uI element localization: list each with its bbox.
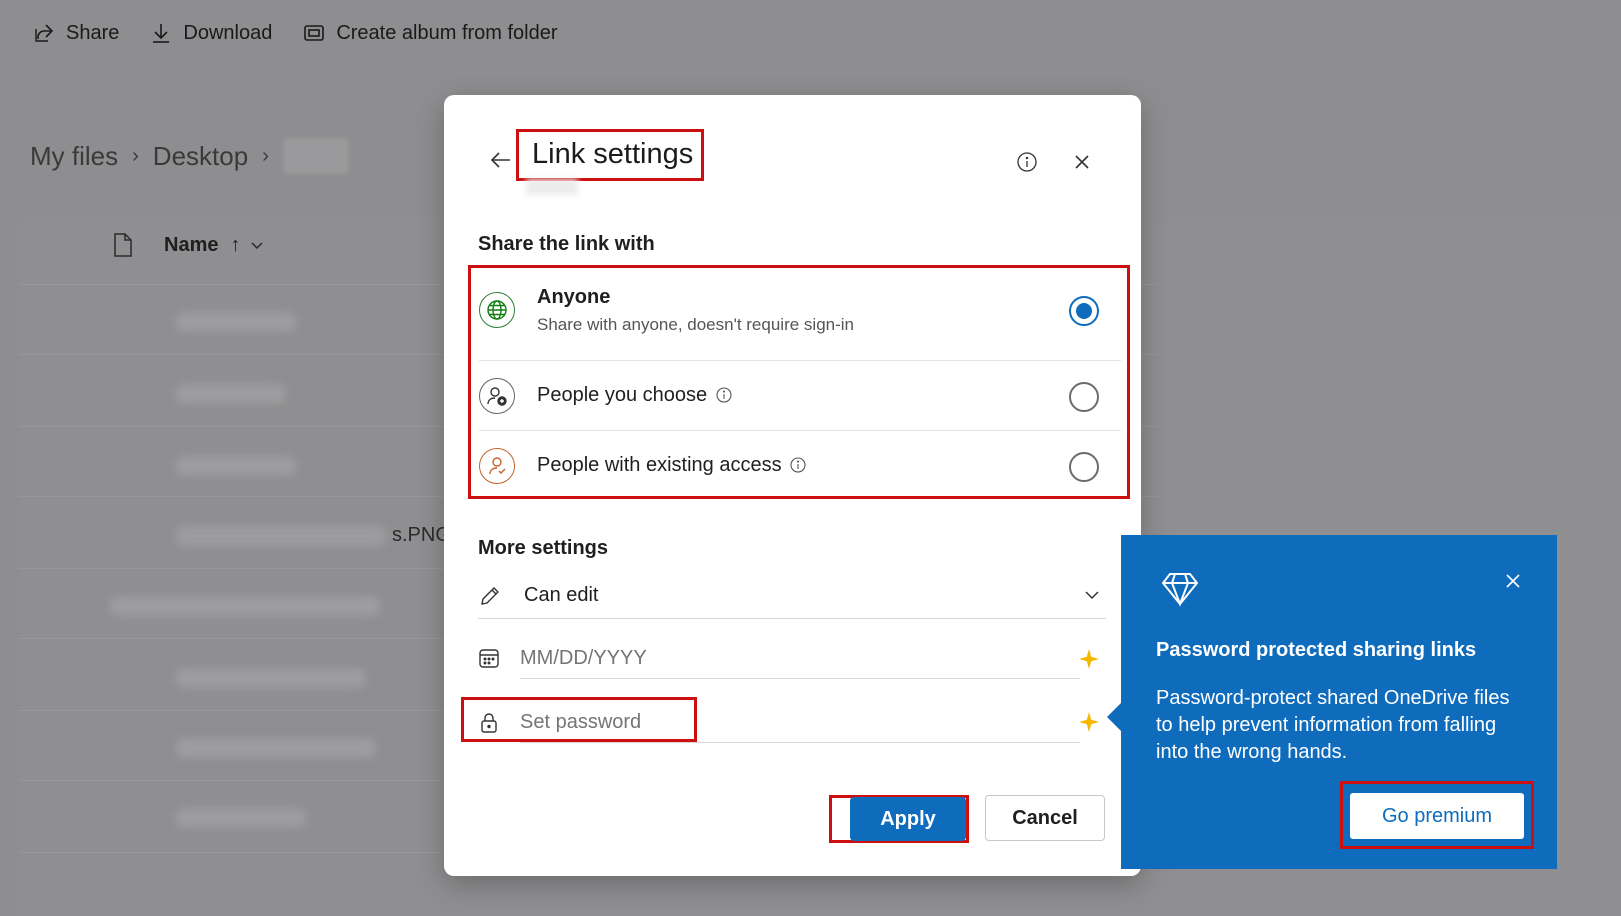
download-icon (153, 24, 170, 43)
table-row[interactable] (110, 596, 380, 616)
redacted-file-name (526, 179, 578, 195)
table-row[interactable] (176, 738, 376, 758)
breadcrumb-my-files[interactable]: My files (30, 141, 118, 172)
bubble-pointer (1107, 703, 1121, 731)
command-bar: Share Download Create album from folder (0, 0, 1621, 66)
option-divider (479, 430, 1121, 431)
bubble-title: Password protected sharing links (1156, 639, 1477, 661)
permission-value: Can edit (524, 584, 599, 606)
breadcrumb-desktop[interactable]: Desktop (153, 141, 248, 172)
table-row[interactable] (176, 668, 366, 688)
radio-anyone[interactable] (1069, 296, 1099, 326)
file-type-icon (114, 233, 132, 257)
chevron-down-icon (1085, 591, 1099, 600)
option-people-existing-access[interactable]: People with existing access (479, 446, 1119, 486)
sort-ascending-icon: ↑ (230, 233, 241, 256)
password-input[interactable] (520, 703, 1080, 743)
premium-teaching-bubble: Password protected sharing links Passwor… (1107, 535, 1557, 869)
table-row[interactable] (176, 526, 386, 546)
lock-icon (481, 713, 497, 733)
share-link-with-label: Share the link with (478, 233, 655, 255)
calendar-icon (479, 649, 499, 668)
info-icon[interactable] (716, 387, 732, 403)
option-people-you-choose[interactable]: People you choose (479, 376, 1119, 416)
create-album-button[interactable]: Create album from folder (302, 21, 558, 45)
info-icon[interactable] (1016, 151, 1038, 173)
breadcrumb: My files › Desktop › (30, 138, 349, 174)
person-add-icon (479, 378, 515, 414)
cancel-button[interactable]: Cancel (985, 795, 1105, 841)
download-label: Download (183, 21, 273, 44)
partial-file-name: s.PNG (392, 524, 451, 546)
person-check-icon (479, 448, 515, 484)
name-column-header[interactable]: Name (164, 234, 218, 257)
option-divider (479, 360, 1121, 361)
breadcrumb-redacted-folder[interactable] (282, 138, 349, 174)
close-icon[interactable] (1505, 573, 1521, 589)
dialog-title: Link settings (516, 129, 704, 181)
share-icon (35, 24, 54, 42)
expiration-date-input[interactable] (520, 639, 1080, 679)
option-people-you-choose-title: People you choose (537, 384, 708, 406)
diamond-icon (1161, 573, 1199, 607)
download-button[interactable]: Download (149, 21, 272, 45)
premium-sparkle-icon (1079, 712, 1099, 732)
chevron-down-icon[interactable] (250, 238, 264, 252)
table-row[interactable] (176, 384, 286, 404)
file-list-header: Name ↑ (112, 232, 264, 258)
table-row[interactable] (176, 808, 306, 828)
more-settings-label: More settings (478, 537, 609, 559)
option-anyone-title: Anyone (537, 286, 611, 308)
radio-people-you-choose[interactable] (1069, 382, 1099, 412)
apply-button[interactable]: Apply (850, 797, 966, 841)
premium-sparkle-icon (1079, 649, 1099, 669)
chevron-right-icon: › (262, 144, 269, 167)
close-icon[interactable] (1072, 152, 1092, 172)
share-label: Share (66, 21, 120, 44)
back-arrow-icon[interactable] (488, 147, 514, 173)
globe-icon (479, 292, 515, 328)
album-icon (304, 25, 325, 41)
info-icon[interactable] (790, 457, 806, 473)
bubble-body: Password-protect shared OneDrive files t… (1156, 687, 1510, 763)
expiration-date-row (478, 639, 1106, 679)
share-options-group: Anyone Share with anyone, doesn't requir… (468, 265, 1130, 499)
link-settings-dialog: Link settings Share the link with Anyone… (444, 95, 1141, 876)
share-button[interactable]: Share (32, 21, 119, 45)
table-row[interactable] (176, 456, 296, 476)
permission-dropdown[interactable]: Can edit (478, 573, 1106, 619)
option-anyone[interactable]: Anyone Share with anyone, doesn't requir… (479, 286, 1119, 334)
chevron-right-icon: › (132, 144, 139, 167)
option-people-existing-access-title: People with existing access (537, 454, 782, 476)
go-premium-button[interactable]: Go premium (1350, 793, 1524, 839)
create-album-label: Create album from folder (336, 21, 558, 44)
radio-people-existing-access[interactable] (1069, 452, 1099, 482)
pencil-icon (481, 586, 499, 605)
option-anyone-subtitle: Share with anyone, doesn't require sign-… (537, 315, 854, 334)
table-row[interactable] (176, 312, 296, 332)
